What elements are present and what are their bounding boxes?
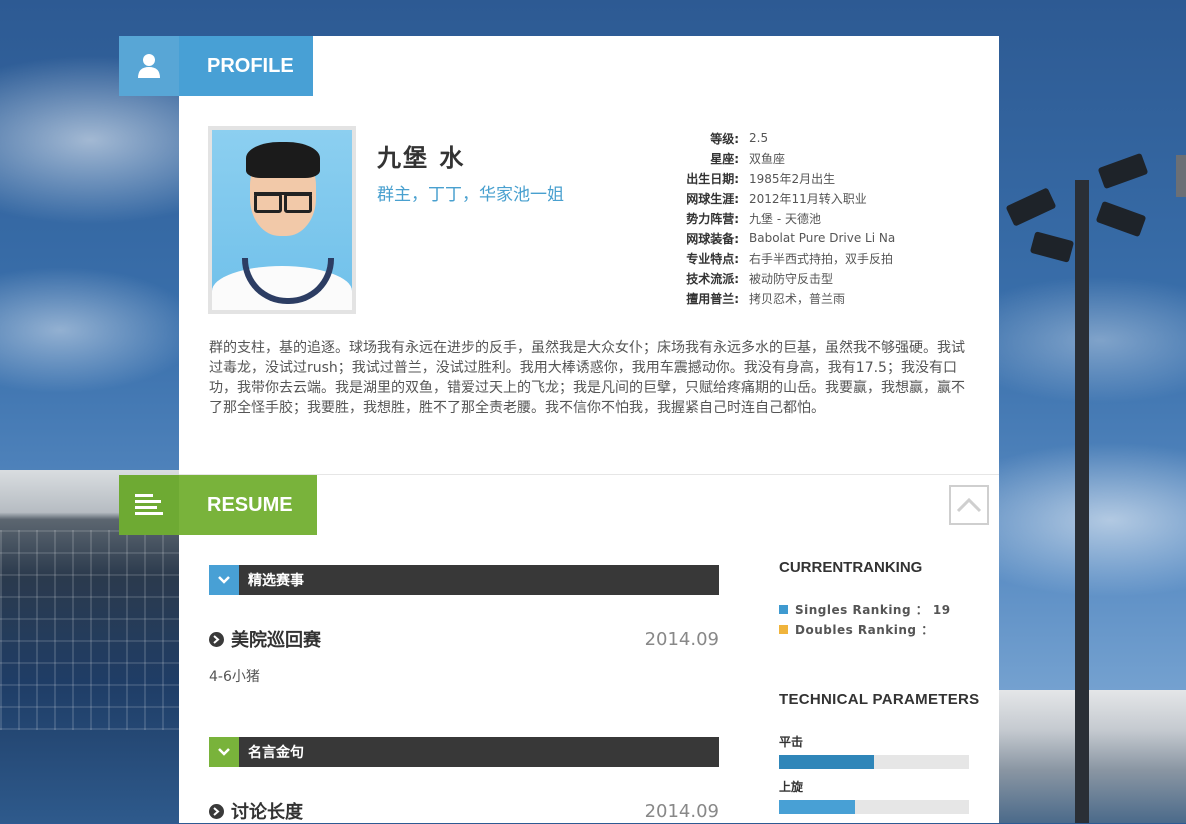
doubles-legend-square <box>779 625 788 634</box>
background-floodlight <box>1097 152 1149 190</box>
info-value: 1985年2月出生 <box>749 171 836 186</box>
scroll-up-button[interactable] <box>949 485 989 525</box>
entry-description: 4-6小猪 <box>209 669 260 685</box>
entry-title-text: 讨论长度 <box>231 802 303 823</box>
resume-tab-label: RESUME <box>179 475 317 535</box>
info-row-level: 等级: 2.5 <box>660 128 980 148</box>
info-key: 网球装备: <box>686 231 739 246</box>
param-track <box>779 800 969 814</box>
entry-title[interactable]: 美院巡回赛 <box>209 626 321 652</box>
player-aliases: 群主，丁丁，华家池一姐 <box>377 185 564 205</box>
entry-date: 2014.09 <box>644 800 719 822</box>
doubles-ranking-text: Doubles Ranking ： <box>795 623 934 637</box>
background-floodlight <box>1029 231 1075 263</box>
info-value: 2012年11月转入职业 <box>749 191 867 206</box>
param-track <box>779 755 969 769</box>
resume-header-tab: RESUME <box>119 475 317 535</box>
singles-ranking: Singles Ranking ： 19 <box>779 601 951 618</box>
info-key: 势力阵营: <box>686 211 739 226</box>
player-photo <box>208 126 356 314</box>
section-title: 精选赛事 <box>248 573 304 589</box>
doubles-ranking: Doubles Ranking ： <box>779 621 934 638</box>
info-value: 拷贝忍术，普兰雨 <box>749 291 846 306</box>
technical-parameters-title: TECHNICAL PARAMETERS <box>779 691 980 708</box>
param-topspin: 上旋 <box>779 778 969 814</box>
side-scroll-tab[interactable] <box>1176 155 1186 197</box>
section-title: 名言金句 <box>248 745 304 761</box>
player-info-list: 等级: 2.5 星座: 双鱼座 出生日期: 1985年2月出生 网球生涯: 2012年1… <box>660 128 980 308</box>
info-row-career: 网球生涯: 2012年11月转入职业 <box>660 188 980 208</box>
info-value: 双鱼座 <box>749 151 786 166</box>
info-value: 2.5 <box>749 131 769 145</box>
background-floodlight <box>1005 187 1057 227</box>
profile-header-tab: PROFILE <box>119 36 313 96</box>
background-floodlight <box>1095 200 1147 238</box>
info-row-birth: 出生日期: 1985年2月出生 <box>660 168 980 188</box>
background-light-pole <box>1075 180 1089 823</box>
background-stadium-right <box>999 690 1186 823</box>
section-featured-matches[interactable]: 精选赛事 <box>209 565 719 595</box>
singles-ranking-text: Singles Ranking ： 19 <box>795 603 951 617</box>
list-icon <box>119 475 179 535</box>
param-fill <box>779 800 855 814</box>
chevron-right-icon <box>209 631 224 647</box>
chevron-down-icon[interactable] <box>209 737 239 767</box>
singles-legend-square <box>779 605 788 614</box>
param-label: 平击 <box>779 735 804 749</box>
info-row-zodiac: 星座: 双鱼座 <box>660 148 980 168</box>
chevron-down-icon[interactable] <box>209 565 239 595</box>
info-key: 专业特点: <box>686 251 739 266</box>
player-bio: 群的支柱，基的追逐。球场我有永远在进步的反手，虽然我是大众女仆；床场我有永远多水… <box>209 340 965 416</box>
info-key: 擅用普兰: <box>686 291 739 306</box>
chevron-right-icon <box>209 803 224 819</box>
info-row-style: 技术流派: 被动防守反击型 <box>660 268 980 288</box>
info-row-gear: 网球装备: Babolat Pure Drive Li Na <box>660 228 980 248</box>
player-name: 九堡 水 <box>377 144 466 172</box>
info-value: 被动防守反击型 <box>749 271 834 286</box>
info-key: 星座: <box>710 151 739 166</box>
info-row-camp: 势力阵营: 九堡 - 天德池 <box>660 208 980 228</box>
entry-title-text: 美院巡回赛 <box>231 630 321 651</box>
param-label: 上旋 <box>779 780 804 794</box>
info-value: 右手半西式持拍，双手反拍 <box>749 251 894 266</box>
info-key: 技术流派: <box>686 271 739 286</box>
quote-entry: 讨论长度 2014.09 <box>209 798 719 824</box>
info-value: Babolat Pure Drive Li Na <box>749 231 896 245</box>
ranking-title: CURRENTRANKING <box>779 559 923 576</box>
info-key: 网球生涯: <box>686 191 739 206</box>
info-key: 等级: <box>710 131 739 146</box>
section-quotes[interactable]: 名言金句 <box>209 737 719 767</box>
entry-date: 2014.09 <box>644 628 719 650</box>
param-fill <box>779 755 874 769</box>
param-flat: 平击 <box>779 733 969 769</box>
chevron-up-icon <box>956 497 982 513</box>
info-key: 出生日期: <box>686 171 739 186</box>
match-entry: 美院巡回赛 2014.09 4-6小猪 <box>209 626 719 686</box>
entry-title[interactable]: 讨论长度 <box>209 798 303 824</box>
info-row-specialty: 专业特点: 右手半西式持拍，双手反拍 <box>660 248 980 268</box>
user-icon <box>119 36 179 96</box>
info-value: 九堡 - 天德池 <box>749 211 821 226</box>
profile-tab-label: PROFILE <box>179 36 313 96</box>
info-row-skill: 擅用普兰: 拷贝忍术，普兰雨 <box>660 288 980 308</box>
